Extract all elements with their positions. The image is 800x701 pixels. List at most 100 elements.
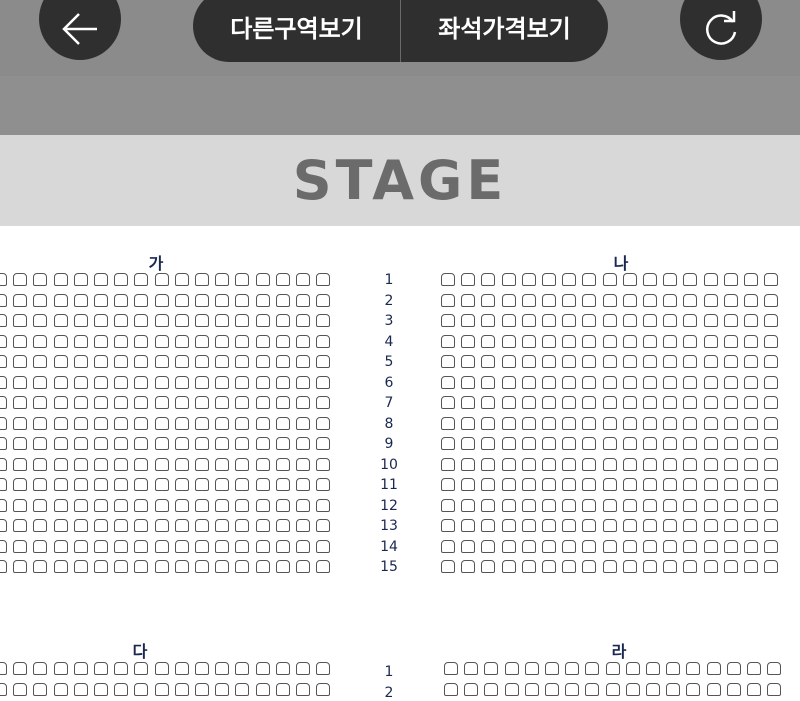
- seat[interactable]: [275, 375, 290, 389]
- seat[interactable]: [683, 293, 698, 307]
- seat[interactable]: [94, 273, 108, 286]
- seat[interactable]: [255, 375, 270, 389]
- seat[interactable]: [602, 396, 617, 409]
- seat[interactable]: [73, 437, 88, 450]
- seat[interactable]: [174, 416, 189, 430]
- seat[interactable]: [461, 293, 476, 307]
- seat[interactable]: [215, 539, 230, 553]
- seat[interactable]: [521, 416, 536, 430]
- seat[interactable]: [744, 519, 758, 532]
- seat[interactable]: [481, 293, 496, 307]
- seat[interactable]: [504, 662, 519, 675]
- seat[interactable]: [481, 314, 496, 327]
- seat[interactable]: [33, 560, 48, 573]
- seat[interactable]: [134, 457, 149, 471]
- seat[interactable]: [481, 375, 496, 389]
- seat[interactable]: [521, 539, 536, 553]
- seat[interactable]: [703, 539, 718, 553]
- seat[interactable]: [461, 560, 476, 573]
- seat[interactable]: [33, 539, 48, 553]
- seat[interactable]: [501, 539, 516, 553]
- seat[interactable]: [481, 560, 496, 573]
- seat[interactable]: [441, 273, 455, 286]
- seat[interactable]: [0, 498, 7, 512]
- seat[interactable]: [602, 314, 617, 327]
- seat[interactable]: [73, 662, 88, 675]
- seat[interactable]: [441, 396, 455, 409]
- seat[interactable]: [723, 273, 738, 286]
- seat[interactable]: [643, 560, 657, 573]
- seat[interactable]: [521, 560, 536, 573]
- seat[interactable]: [481, 396, 496, 409]
- seat[interactable]: [562, 355, 577, 368]
- seat[interactable]: [215, 314, 230, 327]
- seat[interactable]: [723, 293, 738, 307]
- seat[interactable]: [316, 539, 331, 553]
- seat[interactable]: [53, 560, 68, 573]
- seat[interactable]: [316, 314, 331, 327]
- seat[interactable]: [33, 416, 48, 430]
- seat[interactable]: [296, 273, 310, 286]
- seat[interactable]: [441, 519, 455, 532]
- seat[interactable]: [316, 334, 331, 348]
- seat[interactable]: [723, 519, 738, 532]
- seat[interactable]: [296, 560, 310, 573]
- seat[interactable]: [602, 519, 617, 532]
- seat[interactable]: [545, 662, 559, 675]
- seat[interactable]: [744, 539, 758, 553]
- seat[interactable]: [53, 682, 68, 696]
- seat[interactable]: [73, 682, 88, 696]
- seat[interactable]: [94, 396, 108, 409]
- seat[interactable]: [663, 334, 678, 348]
- seat[interactable]: [316, 478, 331, 491]
- seat[interactable]: [723, 560, 738, 573]
- seat[interactable]: [235, 334, 250, 348]
- seat[interactable]: [275, 314, 290, 327]
- seat[interactable]: [134, 437, 149, 450]
- seat[interactable]: [622, 539, 637, 553]
- seat[interactable]: [764, 273, 779, 286]
- seat[interactable]: [542, 498, 556, 512]
- seat[interactable]: [582, 314, 597, 327]
- seat[interactable]: [562, 416, 577, 430]
- seat[interactable]: [542, 437, 556, 450]
- seat[interactable]: [441, 293, 455, 307]
- seat[interactable]: [744, 355, 758, 368]
- seat[interactable]: [13, 662, 28, 675]
- seat[interactable]: [195, 437, 209, 450]
- seat[interactable]: [215, 355, 230, 368]
- seat[interactable]: [521, 375, 536, 389]
- seat[interactable]: [504, 682, 519, 696]
- seat[interactable]: [542, 416, 556, 430]
- seat[interactable]: [0, 396, 7, 409]
- seat[interactable]: [134, 375, 149, 389]
- seat[interactable]: [744, 396, 758, 409]
- seat[interactable]: [582, 293, 597, 307]
- seat[interactable]: [94, 334, 108, 348]
- seat[interactable]: [461, 396, 476, 409]
- seat[interactable]: [296, 314, 310, 327]
- seat[interactable]: [683, 355, 698, 368]
- seat[interactable]: [501, 375, 516, 389]
- seat[interactable]: [0, 682, 7, 696]
- seat[interactable]: [53, 498, 68, 512]
- seat[interactable]: [0, 293, 7, 307]
- seat[interactable]: [542, 334, 556, 348]
- seat[interactable]: [605, 662, 620, 675]
- seat[interactable]: [703, 355, 718, 368]
- seat[interactable]: [562, 375, 577, 389]
- seat[interactable]: [114, 437, 129, 450]
- seat[interactable]: [622, 478, 637, 491]
- seat[interactable]: [744, 457, 758, 471]
- seat[interactable]: [646, 662, 660, 675]
- seat[interactable]: [134, 416, 149, 430]
- seat[interactable]: [215, 437, 230, 450]
- seat[interactable]: [255, 682, 270, 696]
- seat[interactable]: [316, 293, 331, 307]
- seat[interactable]: [723, 396, 738, 409]
- seat[interactable]: [562, 498, 577, 512]
- seat[interactable]: [744, 416, 758, 430]
- seat[interactable]: [275, 396, 290, 409]
- seat[interactable]: [744, 334, 758, 348]
- seat[interactable]: [542, 273, 556, 286]
